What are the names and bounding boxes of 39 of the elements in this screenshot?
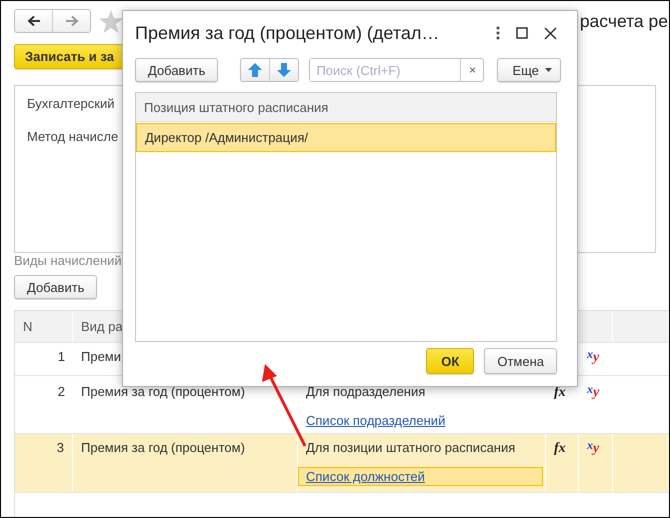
clear-button[interactable]: × — [460, 59, 484, 81]
table-cell: Премия за год (процентом) — [81, 440, 245, 455]
add-button[interactable]: Добавить — [14, 275, 98, 299]
variables-icon[interactable]: $^{x}$y — [587, 385, 600, 400]
variables-icon[interactable]: $^{x}$y — [587, 441, 600, 456]
list-item[interactable]: Директор /Администрация/ — [136, 123, 556, 152]
save-button[interactable]: Записать и за — [14, 44, 125, 69]
formula-icon[interactable]: fx — [554, 385, 566, 400]
field-label: Метод начисле — [27, 129, 118, 144]
maximize-icon[interactable] — [516, 27, 528, 39]
field-label: Бухгалтерский — [27, 96, 114, 111]
close-icon[interactable] — [544, 26, 557, 40]
table-cell: Преми — [81, 349, 122, 364]
form-title: расчета ре — [580, 10, 668, 32]
ok-button[interactable]: ОК — [426, 348, 474, 374]
table-cell: 3 — [56, 440, 64, 455]
list-link[interactable]: Список подразделений — [298, 411, 454, 430]
column-header: Позиция штатного расписания — [136, 93, 556, 122]
section-label: Виды начислений — [14, 253, 122, 268]
caret-icon — [544, 68, 552, 72]
formula-icon[interactable]: fx — [554, 441, 566, 456]
dialog-title: Премия за год (процентом) (детал… — [135, 22, 440, 44]
search-field[interactable]: Поиск (Ctrl+F) × — [309, 58, 484, 82]
table-cell-text: Для подразделения — [305, 384, 426, 399]
list-link[interactable]: Список должностей — [298, 467, 543, 486]
back-arrow-icon[interactable] — [26, 15, 40, 27]
table-cell-text: Для позиции штатного расписания — [305, 440, 516, 455]
column-header: N — [15, 311, 73, 342]
star-icon[interactable] — [99, 10, 123, 32]
more-options-icon[interactable] — [496, 26, 500, 40]
forward-arrow-icon[interactable] — [64, 15, 78, 27]
table-row[interactable]: 3 Премия за год (процентом) Для позиции штатного расписания Список должностей fx $^{x}$y — [15, 434, 669, 493]
variables-icon[interactable]: $^{x}$y — [587, 350, 600, 365]
table-cell: Премия за год (процентом) — [81, 384, 245, 399]
more-button[interactable]: Еще — [497, 58, 561, 82]
table-cell: 2 — [58, 384, 65, 399]
cancel-button[interactable]: Отмена — [484, 348, 557, 374]
add-button[interactable]: Добавить — [135, 58, 218, 82]
table-cell: 1 — [58, 349, 65, 364]
